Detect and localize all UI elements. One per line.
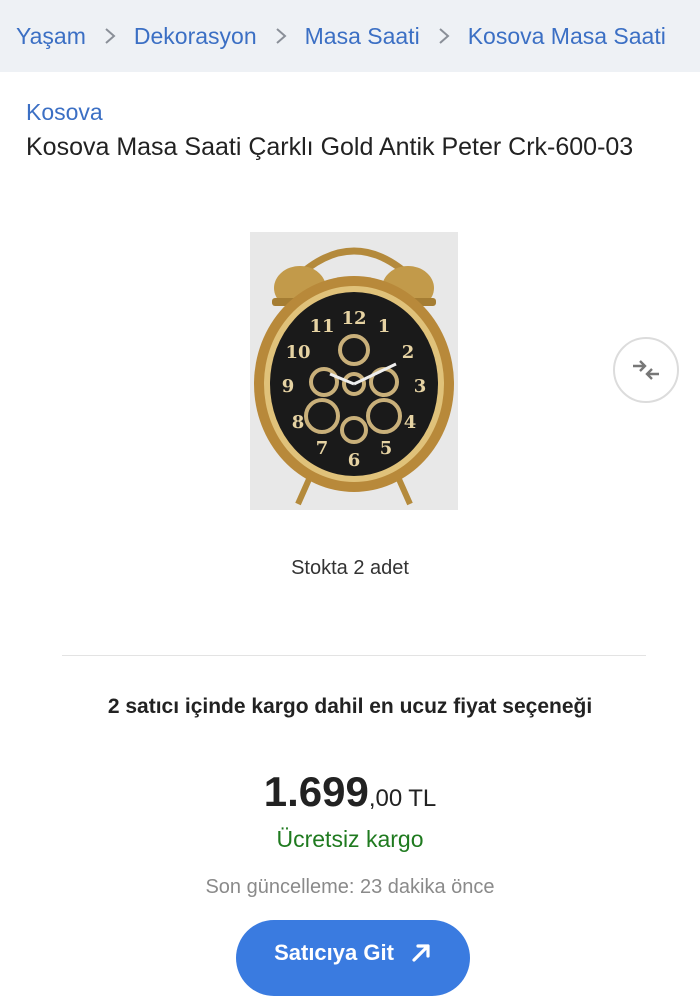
svg-text:6: 6 xyxy=(348,450,361,471)
last-update-label: Son güncelleme: 23 dakika önce xyxy=(205,876,495,898)
breadcrumb-item-masa-saati[interactable]: Masa Saati xyxy=(305,23,420,50)
chevron-right-icon xyxy=(437,27,451,45)
price-decimal: ,00 xyxy=(368,785,403,812)
svg-text:11: 11 xyxy=(309,316,334,337)
svg-text:12: 12 xyxy=(341,308,366,329)
go-to-seller-label: Satıcıya Git xyxy=(274,940,394,965)
svg-text:8: 8 xyxy=(292,412,305,433)
chevron-right-icon xyxy=(274,27,288,45)
svg-text:3: 3 xyxy=(414,376,427,397)
divider xyxy=(62,655,646,656)
product-title: Kosova Masa Saati Çarklı Gold Antik Pete… xyxy=(26,133,634,161)
offer-headline: 2 satıcı içinde kargo dahil en ucuz fiya… xyxy=(107,695,593,718)
compare-button[interactable] xyxy=(613,337,679,403)
free-shipping-label: Ücretsiz kargo xyxy=(276,826,424,852)
breadcrumb-item-yasam[interactable]: Yaşam xyxy=(16,23,86,50)
chevron-right-icon xyxy=(103,27,117,45)
svg-text:5: 5 xyxy=(380,438,393,459)
svg-text:7: 7 xyxy=(316,438,329,459)
product-image[interactable]: 12 1 2 3 4 5 6 7 8 9 10 11 xyxy=(250,232,458,510)
svg-text:2: 2 xyxy=(402,342,415,363)
alarm-clock-image: 12 1 2 3 4 5 6 7 8 9 10 11 xyxy=(254,247,454,506)
breadcrumb-item-dekorasyon[interactable]: Dekorasyon xyxy=(134,23,257,50)
breadcrumb-item-kosova-masa-saati[interactable]: Kosova Masa Saati xyxy=(468,23,666,50)
go-to-seller-button[interactable]: Satıcıya Git xyxy=(236,920,470,996)
price-integer: 1.699 xyxy=(263,768,369,815)
breadcrumb: Yaşam Dekorasyon Masa Saati Kosova Masa … xyxy=(0,0,700,72)
stock-status: Stokta 2 adet xyxy=(291,557,409,579)
svg-text:4: 4 xyxy=(404,412,417,433)
arrow-up-right-icon xyxy=(412,944,430,962)
price: 1.699,00 TL xyxy=(0,768,700,816)
svg-text:1: 1 xyxy=(378,316,391,337)
svg-text:10: 10 xyxy=(285,342,310,363)
compare-arrows-icon xyxy=(633,360,659,380)
price-currency: TL xyxy=(408,785,437,812)
svg-text:9: 9 xyxy=(282,376,295,397)
brand-link[interactable]: Kosova xyxy=(26,99,103,126)
